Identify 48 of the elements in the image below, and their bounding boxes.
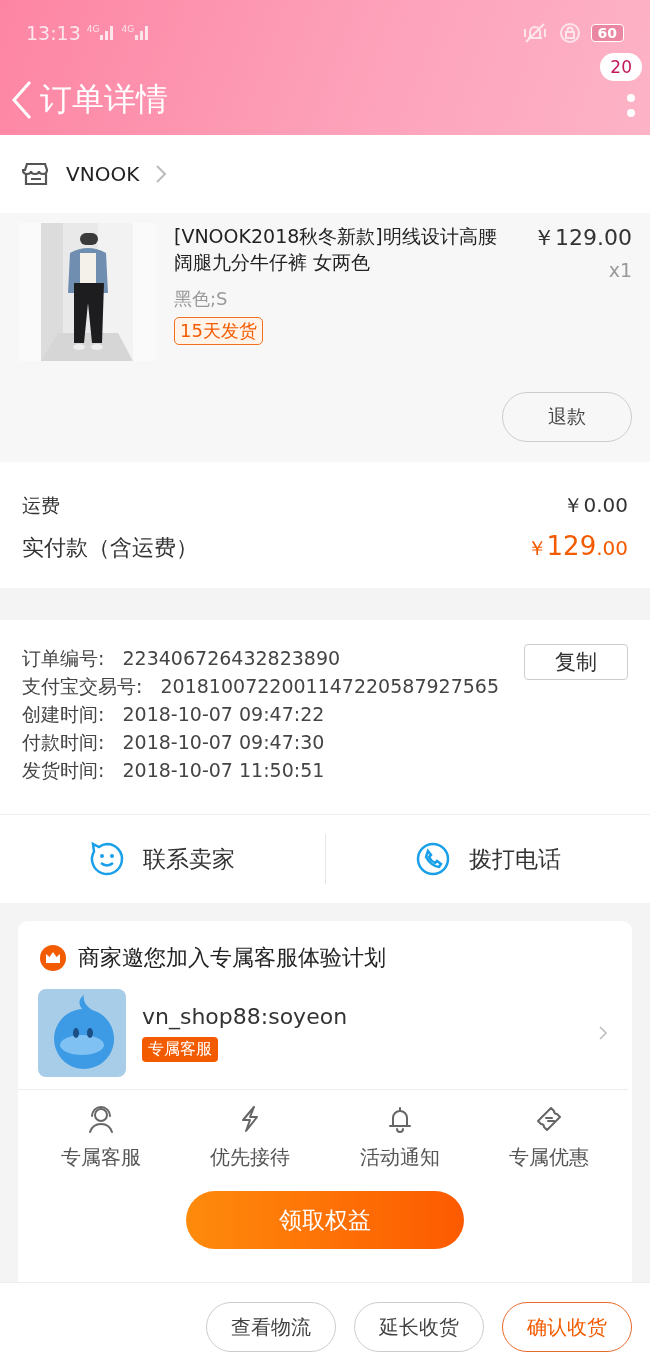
order-action-button[interactable]: 查看物流 [206,1302,336,1352]
mascot-avatar-icon [38,989,126,1077]
network-label: 4G [121,24,135,34]
benefit-label: 专属优惠 [509,1144,590,1171]
product-quantity: x1 [608,259,632,281]
order-action-button[interactable]: 延长收货 [354,1302,484,1352]
bell-muted-icon [522,21,547,44]
signal-icon [134,24,151,41]
benefit-label: 专属客服 [60,1144,141,1171]
shop-row[interactable]: VNOOK [0,135,650,213]
service-account-row[interactable]: vn_shop88:soyeon 专属客服 [18,973,628,1090]
signal-icon [99,24,116,41]
store-icon [22,162,50,186]
shipping-tag: 15天发货 [174,317,263,345]
contact-button[interactable]: 联系卖家 [0,834,325,884]
total-amount: ￥129.00 [526,531,628,562]
fee-label: 实付款（含运费） [22,534,198,562]
product-title[interactable]: [VNOOK2018秋冬新款]明线设计高腰阔腿九分牛仔裤 女两色 [174,223,515,275]
network-label: 4G [86,24,100,34]
fee-value: ￥0.00 [563,492,628,519]
chevron-right-icon [155,164,168,184]
status-time: 13:13 [26,21,81,44]
smiley-bubble-icon [89,841,126,877]
order-info-line: 创建时间: 2018-10-07 09:47:22 [22,702,325,727]
account-name: vn_shop88:soyeon [142,1004,348,1029]
product-variant: 黑色;S [174,287,229,311]
phone-icon [414,841,451,877]
card-title: 商家邀您加入专属客服体验计划 [78,944,386,972]
shop-name: VNOOK [66,162,140,186]
refund-button[interactable]: 退款 [502,392,632,442]
notification-badge: 20 [600,53,642,81]
order-info-line: 支付宝交易号: 2018100722001147220587927565 [22,674,499,699]
back-icon[interactable] [10,80,34,120]
chevron-right-icon [598,1025,608,1041]
account-tag: 专属客服 [142,1037,218,1062]
copy-button[interactable]: 复制 [524,644,628,680]
order-info-line: 订单编号: 223406726432823890 [22,646,341,671]
battery-level: 60 [590,23,624,42]
benefit-label: 优先接待 [210,1144,291,1171]
benefit-label: 活动通知 [359,1144,440,1171]
order-info-line: 发货时间: 2018-10-07 11:50:51 [22,758,325,783]
contact-button[interactable]: 拨打电话 [325,834,650,884]
page-title: 订单详情 [40,79,168,120]
product-price: ￥129.00 [533,224,632,252]
crown-icon [40,945,66,971]
order-info-line: 付款时间: 2018-10-07 09:47:30 [22,730,325,755]
fee-label: 运费 [22,493,60,518]
lock-rotation-icon [558,21,581,44]
